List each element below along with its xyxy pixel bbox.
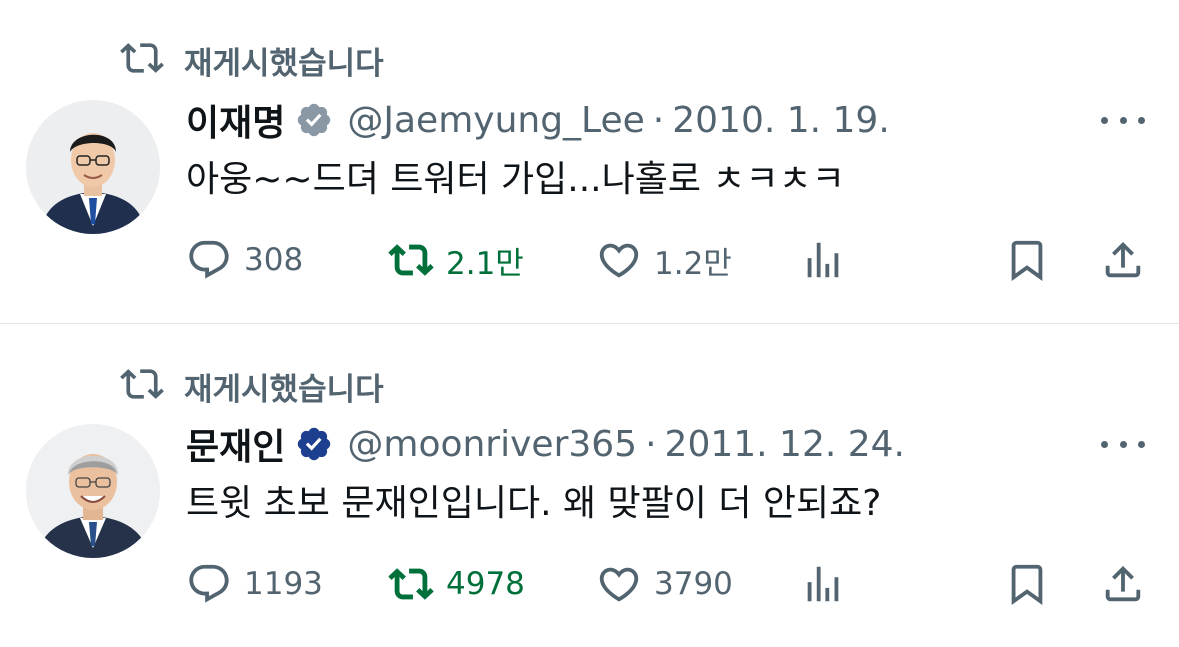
reposted-label: 재게시했습니다 (184, 45, 384, 82)
reply-button[interactable]: 308 (186, 232, 303, 288)
like-button[interactable]: 1.2만 (596, 232, 732, 288)
share-icon (1100, 237, 1146, 283)
separator-dot: · (645, 423, 657, 465)
like-count: 3790 (654, 566, 733, 602)
tweet-text: 트윗 초보 문재인입니다. 왜 맞팔이 더 안되죠? (186, 483, 882, 524)
more-options-icon[interactable] (1101, 104, 1145, 136)
avatar[interactable] (26, 100, 160, 234)
tweet-header: 문재인 @moonriver365 · 2011. 12. 24. (186, 418, 905, 470)
bookmark-icon (1004, 561, 1050, 607)
user-handle[interactable]: @Jaemyung_Lee (347, 100, 644, 141)
reply-count: 308 (244, 242, 304, 278)
views-button[interactable] (800, 232, 846, 288)
reply-icon (186, 237, 232, 283)
repost-button[interactable]: 2.1만 (388, 232, 524, 288)
reply-count: 1193 (244, 566, 323, 602)
repost-count: 4978 (446, 566, 525, 602)
bookmark-button[interactable] (1004, 556, 1050, 612)
more-options-icon[interactable] (1101, 428, 1145, 460)
tweet-item[interactable]: 재게시했습니다 문재인 @moonriver365 · 2011. 12. 24… (0, 324, 1179, 647)
share-button[interactable] (1100, 232, 1146, 288)
reply-icon (186, 561, 232, 607)
tweet-header: 이재명 @Jaemyung_Lee · 2010. 1. 19. (186, 94, 890, 146)
repost-count: 2.1만 (446, 245, 524, 282)
reposted-indicator: 재게시했습니다 (120, 364, 384, 408)
analytics-icon (800, 561, 846, 607)
like-count: 1.2만 (654, 245, 732, 282)
heart-icon (596, 561, 642, 607)
tweet-date[interactable]: 2011. 12. 24. (665, 424, 905, 465)
views-button[interactable] (800, 556, 846, 612)
gray-verified-badge-icon (295, 101, 333, 139)
repost-button[interactable]: 4978 (388, 556, 525, 612)
heart-icon (596, 237, 642, 283)
analytics-icon (800, 237, 846, 283)
display-name[interactable]: 이재명 (186, 94, 285, 146)
tweet-item[interactable]: 재게시했습니다 이재명 @Jaemyung_Lee · 2010. 1. 19.… (0, 0, 1179, 323)
reply-button[interactable]: 1193 (186, 556, 323, 612)
tweet-date[interactable]: 2010. 1. 19. (672, 100, 890, 141)
share-icon (1100, 561, 1146, 607)
tweet-text: 아웅~~드뎌 트워터 가입...나홀로 ㅊㅋㅊㅋ (186, 159, 845, 200)
repost-icon (388, 561, 434, 607)
bookmark-button[interactable] (1004, 232, 1050, 288)
avatar[interactable] (26, 424, 160, 558)
repost-icon (120, 36, 164, 84)
tweet-actions: 1193 4978 3790 (0, 556, 1179, 612)
reposted-indicator: 재게시했습니다 (120, 38, 384, 82)
bookmark-icon (1004, 237, 1050, 283)
display-name[interactable]: 문재인 (186, 418, 285, 470)
repost-icon (120, 362, 164, 410)
user-handle[interactable]: @moonriver365 (347, 424, 637, 465)
repost-icon (388, 237, 434, 283)
like-button[interactable]: 3790 (596, 556, 733, 612)
blue-verified-badge-icon (295, 425, 333, 463)
separator-dot: · (652, 99, 665, 141)
tweet-actions: 308 2.1만 1.2만 (0, 232, 1179, 288)
share-button[interactable] (1100, 556, 1146, 612)
reposted-label: 재게시했습니다 (184, 371, 384, 408)
